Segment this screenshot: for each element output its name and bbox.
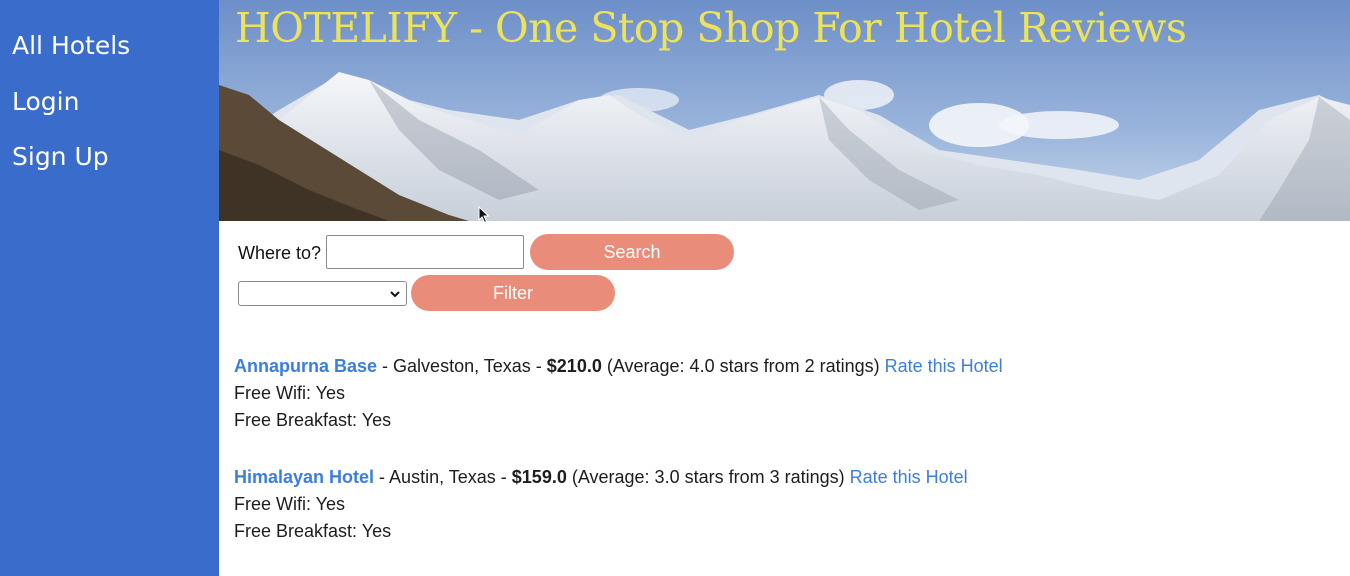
hotel-location: - Austin, Texas -	[374, 467, 512, 487]
hotel-name-link[interactable]: Annapurna Base	[234, 356, 377, 376]
hotel-summary: Himalayan Hotel - Austin, Texas - $159.0…	[234, 464, 968, 491]
rate-hotel-link[interactable]: Rate this Hotel	[885, 356, 1003, 376]
hotel-breakfast: Free Breakfast: Yes	[234, 521, 392, 541]
filter-button[interactable]: Filter	[411, 275, 615, 311]
hotel-name-link[interactable]: Himalayan Hotel	[234, 467, 374, 487]
header-banner: HOTELIFY - One Stop Shop For Hotel Revie…	[219, 0, 1350, 221]
hotel-rating: (Average: 3.0 stars from 3 ratings)	[566, 467, 850, 487]
hotel-listing: Himalayan Hotel - Austin, Texas - $159.0…	[234, 464, 968, 545]
hotel-breakfast: Free Breakfast: Yes	[234, 410, 392, 430]
hotel-listing: Annapurna Base - Galveston, Texas - $210…	[234, 353, 1003, 434]
hotel-location: - Galveston, Texas -	[377, 356, 547, 376]
nav-sign-up[interactable]: Sign Up	[12, 142, 109, 171]
chevron-down-icon	[390, 291, 400, 298]
hotel-summary: Annapurna Base - Galveston, Texas - $210…	[234, 353, 1003, 380]
main-content: Where to? Search Filter Annapurna Base -…	[219, 221, 1350, 576]
site-title: HOTELIFY - One Stop Shop For Hotel Revie…	[235, 4, 1187, 52]
hotel-price: $210.0	[546, 356, 602, 376]
mouse-cursor-icon	[478, 206, 490, 224]
hotel-price: $159.0	[511, 467, 567, 487]
where-to-label: Where to?	[238, 243, 322, 263]
hotel-wifi: Free Wifi: Yes	[234, 383, 346, 403]
nav-all-hotels[interactable]: All Hotels	[12, 31, 130, 60]
hotel-wifi: Free Wifi: Yes	[234, 494, 346, 514]
destination-input[interactable]	[326, 235, 524, 269]
hotel-rating: (Average: 4.0 stars from 2 ratings)	[601, 356, 885, 376]
nav-login[interactable]: Login	[12, 87, 79, 116]
search-button[interactable]: Search	[530, 234, 734, 270]
filter-select[interactable]	[238, 281, 407, 306]
sidebar: All Hotels Login Sign Up	[0, 0, 219, 576]
rate-hotel-link[interactable]: Rate this Hotel	[850, 467, 968, 487]
